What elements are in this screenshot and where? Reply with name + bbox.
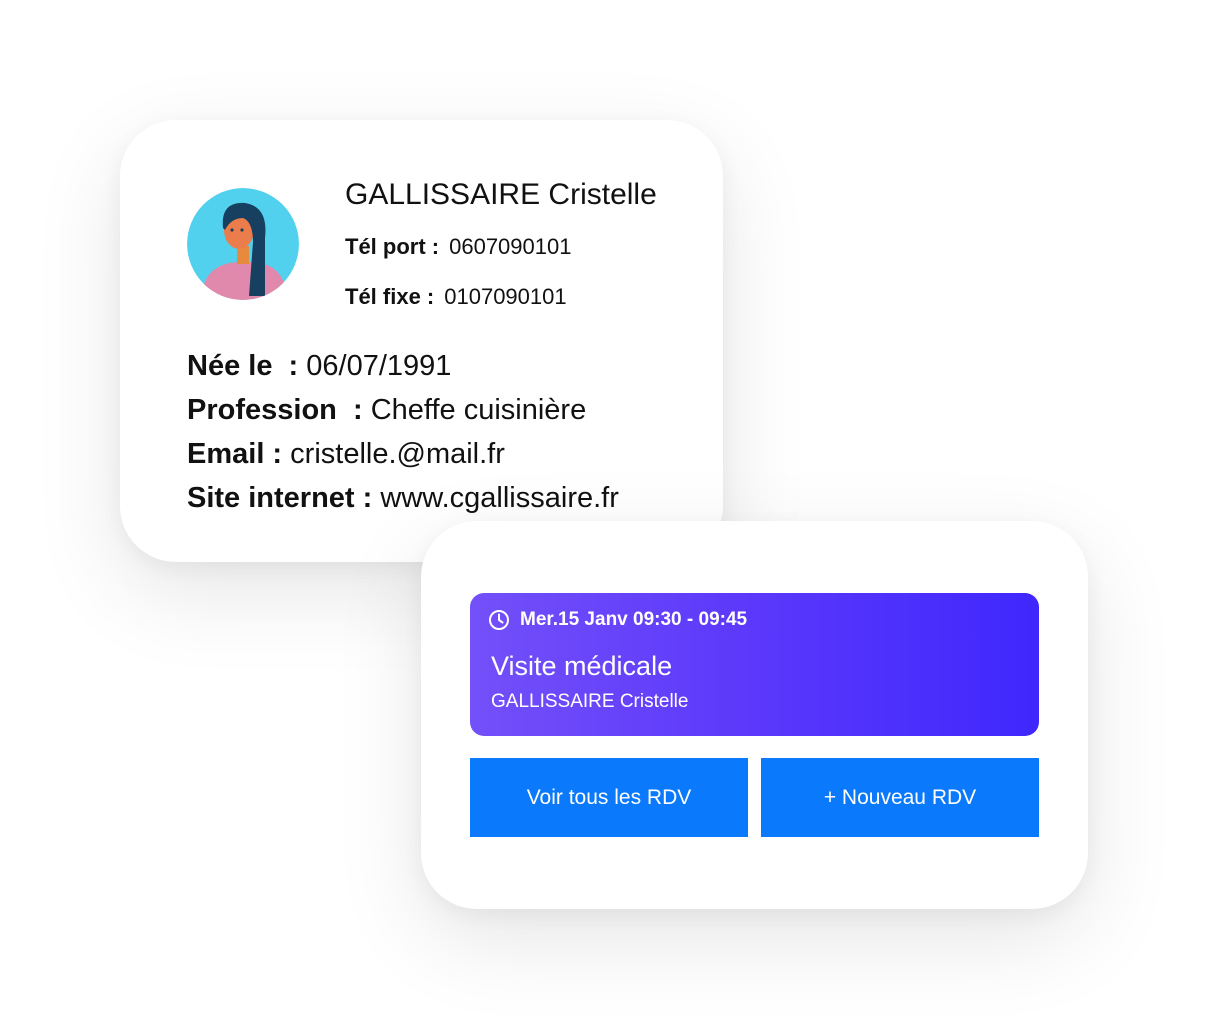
profession-row: Profession : Cheffe cuisinière	[187, 390, 586, 430]
email-label: Email :	[187, 438, 283, 470]
email-row: Email : cristelle.@mail.fr	[187, 434, 505, 474]
email-link[interactable]: cristelle.@mail.fr	[290, 438, 505, 470]
view-all-appointments-button[interactable]: Voir tous les RDV	[470, 758, 748, 837]
clock-icon	[489, 610, 509, 630]
appointment-patient: GALLISSAIRE Cristelle	[491, 691, 689, 712]
tel-port-value[interactable]: 0607090101	[449, 234, 571, 259]
birth-date-value: 06/07/1991	[306, 350, 452, 382]
tel-fixe-row: Tél fixe : 0107090101	[345, 282, 567, 312]
website-link[interactable]: www.cgallissaire.fr	[380, 482, 619, 514]
birth-date-row: Née le : 06/07/1991	[187, 346, 451, 386]
tel-port-label: Tél port :	[345, 234, 440, 259]
appointment-time-row: Mer.15 Janv 09:30 - 09:45	[488, 609, 747, 631]
tel-fixe-label: Tél fixe :	[345, 284, 435, 309]
contact-name: GALLISSAIRE Cristelle	[345, 178, 657, 211]
woman-avatar-icon	[187, 188, 299, 300]
profession-value: Cheffe cuisinière	[370, 394, 587, 426]
appointment-datetime: Mer.15 Janv 09:30 - 09:45	[520, 609, 748, 630]
tel-port-row: Tél port : 0607090101	[345, 232, 571, 262]
website-label: Site internet :	[187, 482, 373, 514]
appointment-title: Visite médicale	[491, 651, 673, 681]
website-row: Site internet : www.cgallissaire.fr	[187, 478, 619, 518]
appointment-item[interactable]: Mer.15 Janv 09:30 - 09:45 Visite médical…	[470, 593, 1039, 736]
profession-label: Profession :	[187, 394, 363, 426]
birth-date-label: Née le :	[187, 350, 299, 382]
contact-card: GALLISSAIRE Cristelle Tél port : 06070901…	[120, 120, 723, 562]
new-appointment-button[interactable]: + Nouveau RDV	[761, 758, 1039, 837]
tel-fixe-value[interactable]: 0107090101	[444, 284, 566, 309]
appointment-card: Mer.15 Janv 09:30 - 09:45 Visite médical…	[421, 521, 1088, 909]
